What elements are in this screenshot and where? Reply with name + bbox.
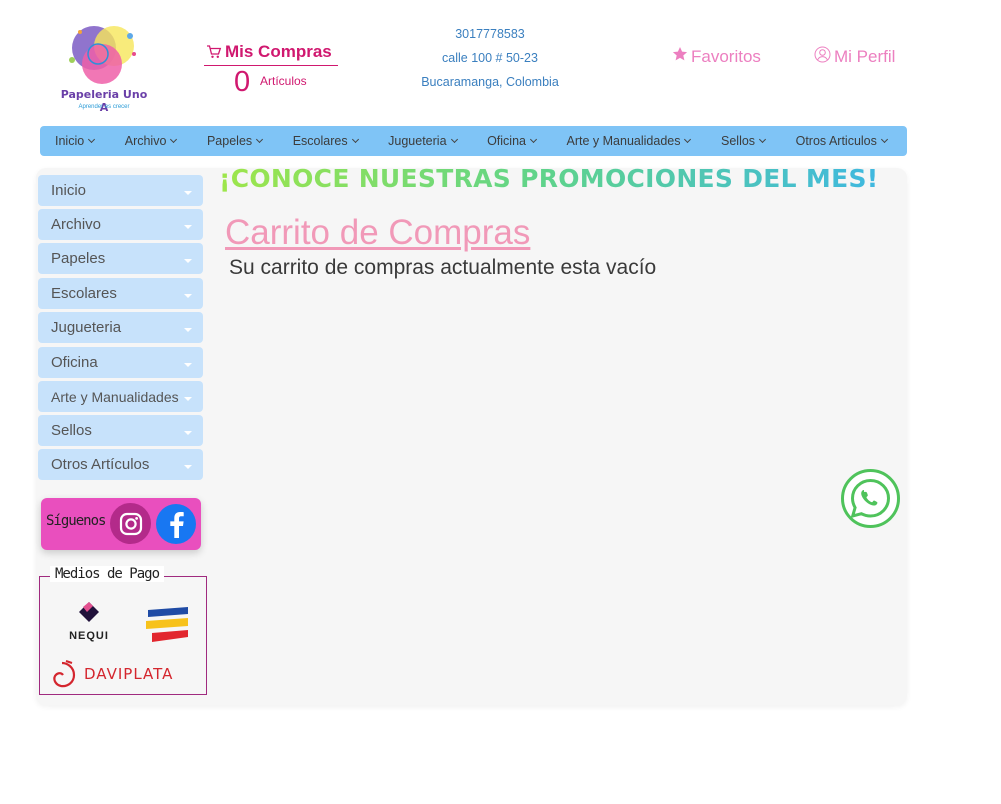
logo-tagline: Aprender es crecer (78, 104, 130, 110)
chevron-down-icon (684, 135, 692, 143)
whatsapp-icon[interactable] (840, 468, 901, 529)
nav-item-label: Arte y Manualidades (566, 134, 681, 148)
daviplata-label: DAVIPLATA (84, 665, 174, 683)
nav-item-jugueteria[interactable]: Jugueteria (388, 134, 458, 148)
promo-banner[interactable]: ¡CONOCE NUESTRAS PROMOCIONES DEL MES! (219, 164, 878, 193)
caret-down-icon (184, 259, 192, 263)
chevron-down-icon (256, 135, 264, 143)
sidebar-item-oficina[interactable]: Oficina (38, 347, 203, 378)
nequi-label: NEQUI (69, 630, 109, 642)
nav-item-label: Sellos (721, 134, 756, 148)
main-nav: Inicio Archivo Papeles Escolares Juguete… (40, 126, 907, 156)
chevron-down-icon (759, 135, 767, 143)
cart-icon (206, 44, 222, 64)
sidebar-item-sellos[interactable]: Sellos (38, 415, 203, 446)
instagram-icon[interactable] (110, 503, 151, 544)
cart-summary[interactable]: Mis Compras 0 Artículos (204, 42, 338, 98)
sidebar-item-label: Papeles (51, 250, 106, 267)
nav-item-escolares[interactable]: Escolares (292, 134, 359, 148)
social-box: Síguenos (41, 498, 201, 550)
cart-title-label: Mis Compras (225, 42, 332, 61)
nav-item-oficina[interactable]: Oficina (487, 134, 538, 148)
nav-item-inicio[interactable]: Inicio (55, 134, 96, 148)
chevron-down-icon (880, 135, 888, 143)
sidebar-item-otros-articulos[interactable]: Otros Artículos (38, 449, 203, 480)
nav-item-arte-manualidades[interactable]: Arte y Manualidades (566, 134, 692, 148)
caret-down-icon (184, 191, 192, 195)
star-icon (672, 46, 688, 67)
logo-text: Papeleria Uno A (60, 88, 148, 114)
empty-cart-message: Su carrito de compras actualmente esta v… (229, 256, 657, 279)
social-label: Síguenos (46, 513, 106, 529)
caret-down-icon (184, 431, 192, 435)
contact-info: 3017778583 calle 100 # 50-23 Bucaramanga… (400, 22, 580, 94)
bancolombia-logo (144, 605, 192, 650)
sidebar-item-label: Jugueteria (51, 319, 122, 336)
cart-articles-label: Artículos (260, 74, 307, 88)
payment-legend: Medios de Pago (50, 566, 165, 582)
chevron-down-icon (529, 135, 538, 143)
profile-link[interactable]: Mi Perfil (814, 46, 895, 68)
chevron-down-icon (170, 135, 178, 143)
sidebar-item-arte-manualidades[interactable]: Arte y Manualidades (38, 381, 203, 412)
sidebar-item-papeles[interactable]: Papeles (38, 243, 203, 274)
user-icon (814, 46, 831, 68)
sidebar-item-jugueteria[interactable]: Jugueteria (38, 312, 203, 343)
caret-down-icon (184, 225, 192, 229)
daviplata-icon (53, 660, 76, 688)
nav-item-label: Escolares (292, 134, 348, 148)
nav-item-otros-articulos[interactable]: Otros Articulos (795, 134, 888, 148)
caret-down-icon (184, 328, 192, 332)
chevron-down-icon (351, 135, 359, 143)
nav-item-label: Jugueteria (388, 134, 447, 148)
sidebar-item-archivo[interactable]: Archivo (38, 209, 203, 240)
page-title[interactable]: Carrito de Compras (225, 213, 530, 253)
cart-count: 0 (234, 66, 251, 98)
sidebar-item-label: Oficina (51, 354, 98, 371)
sidebar-item-inicio[interactable]: Inicio (38, 175, 203, 206)
nav-item-label: Papeles (206, 134, 253, 148)
contact-phone: 3017778583 (455, 27, 525, 41)
store-logo[interactable]: Papeleria Uno A Aprender es crecer (58, 18, 150, 114)
nav-item-label: Inicio (55, 134, 85, 148)
nav-item-label: Oficina (487, 134, 526, 148)
nav-item-label: Archivo (124, 134, 167, 148)
caret-down-icon (184, 465, 192, 469)
sidebar-item-label: Otros Artículos (51, 456, 150, 473)
daviplata-logo: DAVIPLATA (52, 659, 173, 689)
nav-item-label: Otros Articulos (795, 134, 877, 148)
contact-city: Bucaramanga, Colombia (421, 75, 559, 89)
caret-down-icon (184, 363, 192, 367)
facebook-icon[interactable] (156, 504, 196, 544)
sidebar-item-label: Sellos (51, 422, 92, 439)
sidebar-item-escolares[interactable]: Escolares (38, 278, 203, 309)
nequi-logo: NEQUI (65, 601, 113, 645)
cart-title-link[interactable]: Mis Compras (204, 42, 338, 66)
nav-item-archivo[interactable]: Archivo (124, 134, 178, 148)
sidebar-item-label: Arte y Manualidades (51, 388, 179, 405)
favorites-link[interactable]: Favoritos (672, 46, 761, 67)
chevron-down-icon (88, 135, 96, 143)
logo-graphic (69, 26, 136, 84)
chevron-down-icon (450, 135, 458, 143)
payment-methods: Medios de Pago NEQUI DAVIPLATA (39, 566, 207, 695)
sidebar-item-label: Archivo (51, 216, 102, 233)
nav-item-sellos[interactable]: Sellos (721, 134, 767, 148)
sidebar-item-label: Inicio (51, 182, 87, 199)
profile-label: Mi Perfil (834, 47, 896, 66)
nav-item-papeles[interactable]: Papeles (206, 134, 264, 148)
caret-down-icon (184, 294, 192, 298)
sidebar-item-label: Escolares (51, 285, 117, 302)
favorites-label: Favoritos (691, 46, 761, 66)
caret-down-icon (184, 397, 192, 401)
contact-address: calle 100 # 50-23 (442, 51, 538, 65)
